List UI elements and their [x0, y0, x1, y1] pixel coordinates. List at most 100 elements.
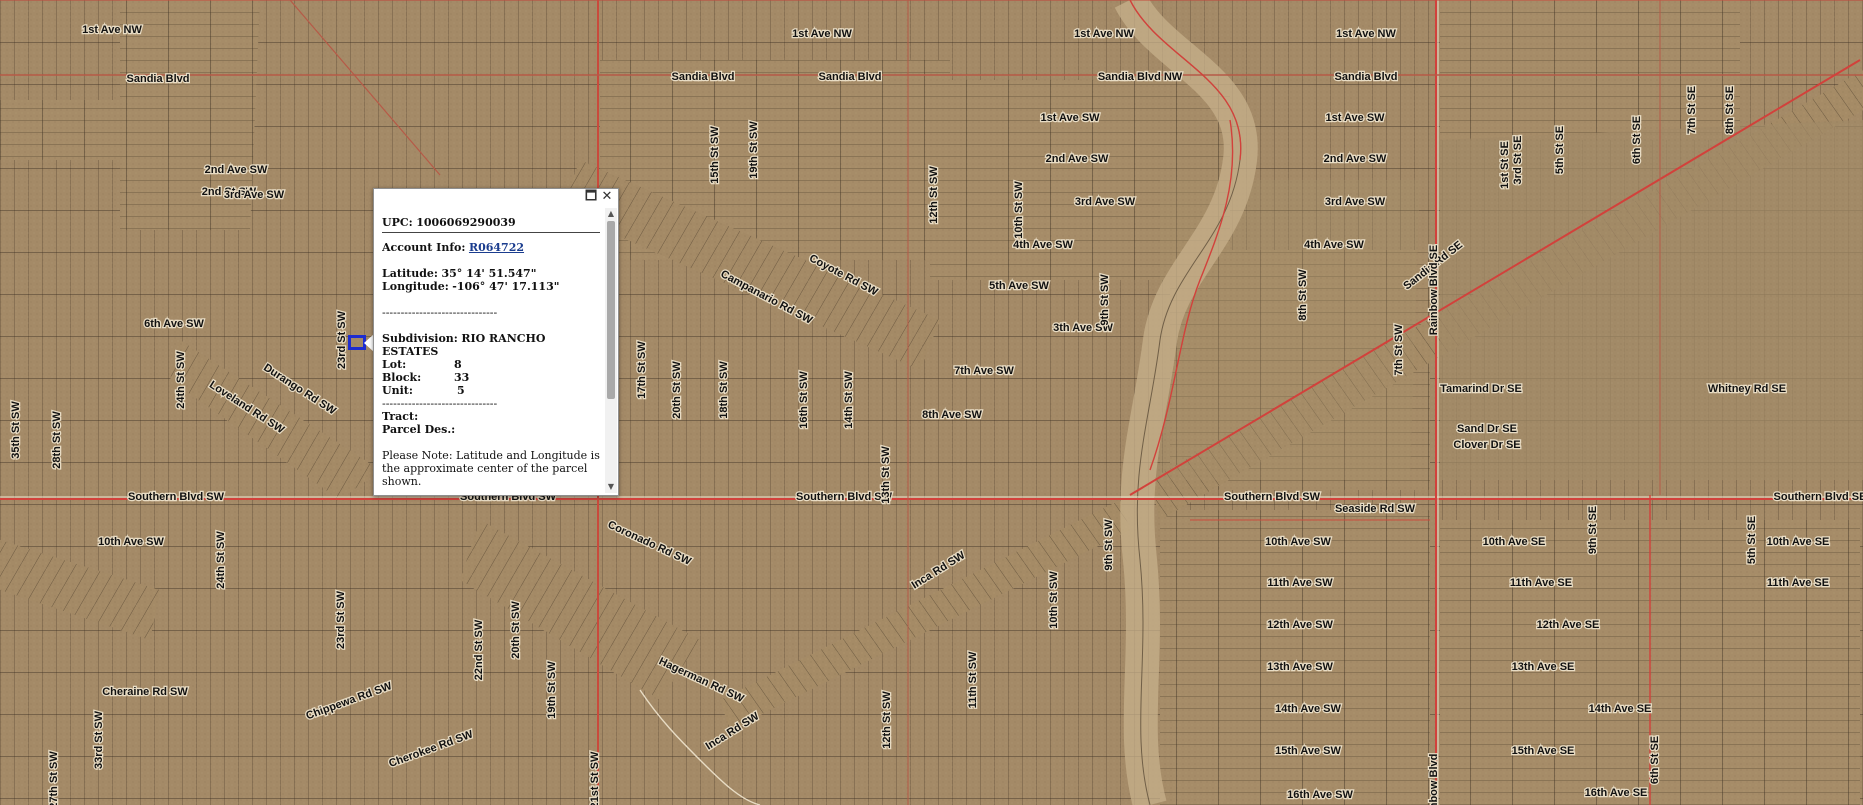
road-label: 14th Ave SE	[1589, 703, 1652, 715]
road-label: 13th St SW	[880, 446, 892, 504]
road-label: 5th St SE	[1746, 516, 1758, 564]
account-label: Account Info:	[382, 241, 466, 254]
road-label: Tamarind Dr SE	[1440, 383, 1522, 395]
road-label: Sandia Blvd	[127, 73, 190, 85]
lot-value: 8	[454, 358, 462, 371]
road-label: Rainbow Blvd	[1428, 754, 1440, 805]
road-label: 11th St SW	[967, 651, 979, 708]
road-label: 3rd St SE	[1512, 136, 1524, 185]
popup-scrollbar[interactable]: ▲ ▼	[605, 208, 617, 493]
road-label: Sandia Blvd	[672, 71, 735, 83]
road-label: 11th Ave SW	[1267, 577, 1333, 589]
road-label: 4th Ave SW	[1304, 239, 1364, 251]
road-label: 11th Ave SE	[1767, 577, 1829, 589]
road-label: 12th Ave SE	[1537, 619, 1600, 631]
road-label: 5th St SE	[1554, 126, 1566, 174]
road-label: Sandia Blvd NW	[1098, 71, 1183, 83]
road-label: 6th St SE	[1649, 736, 1661, 784]
road-label: Sand Dr SE	[1457, 423, 1517, 435]
road-label: 20th St SW	[671, 361, 683, 419]
road-label: 9th St SW	[1099, 274, 1111, 326]
road-label: 23rd St SW	[335, 590, 347, 649]
road-label: Sandia Blvd	[1335, 71, 1398, 83]
road-label: 1st St SE	[1499, 141, 1511, 189]
upc-label: UPC:	[382, 216, 413, 229]
scroll-thumb[interactable]	[607, 221, 615, 399]
road-label: 27th St SW	[48, 751, 60, 805]
road-label: 22nd St SW	[473, 619, 485, 680]
block-row: Block: 33	[382, 371, 600, 384]
subdivision-label: Subdivision:	[382, 332, 458, 345]
latitude-label: Latitude:	[382, 267, 438, 280]
road-label: 14th Ave SW	[1275, 703, 1341, 715]
road-label: 13th Ave SW	[1267, 661, 1333, 673]
close-icon[interactable]: ✕	[600, 190, 614, 204]
road-label: 9th St SE	[1587, 506, 1599, 554]
road-label: 20th St SW	[510, 601, 522, 659]
road-label: 2nd Ave SW	[1324, 153, 1387, 165]
road-label: 1st Ave SW	[1040, 112, 1100, 124]
road-label: 35th St SW	[10, 401, 22, 459]
road-label: 8th Ave SW	[922, 409, 982, 421]
lot-label: Lot:	[382, 358, 407, 371]
road-label: Sandia Blvd	[819, 71, 882, 83]
road-label: 10th St SW	[1013, 181, 1025, 239]
parcel-grid	[0, 0, 1863, 805]
maximize-icon[interactable]: 🗖	[584, 190, 598, 204]
road-label: 10th Ave SE	[1483, 536, 1546, 548]
latitude-row: Latitude: 35° 14' 51.547"	[382, 267, 600, 280]
scroll-up-icon[interactable]: ▲	[605, 208, 617, 220]
road-label: 3rd Ave SW	[1325, 196, 1386, 208]
road-label: 24th St SW	[175, 351, 187, 409]
road-label: Southern Blvd SW	[128, 491, 225, 503]
popup-content: UPC: 1006069290039 Account Info: R064722…	[382, 216, 600, 486]
subdivision-row: Subdivision: RIO RANCHO ESTATES	[382, 332, 600, 358]
road-label: 2nd Ave SW	[1046, 153, 1109, 165]
account-link[interactable]: R064722	[469, 241, 524, 254]
scroll-down-icon[interactable]: ▼	[605, 481, 617, 493]
road-label: 3rd Ave SW	[224, 189, 285, 201]
road-label: Cheraine Rd SW	[102, 686, 188, 698]
road-label: 21st St SW	[589, 751, 601, 805]
road-label: 6th St SE	[1631, 116, 1643, 164]
map-canvas[interactable]: 1st Ave NWSandia Blvd2nd Ave SW2nd St SW…	[0, 0, 1863, 805]
road-label: 1st Ave NW	[792, 28, 852, 40]
parcel-info-popup: 🗖 ✕ UPC: 1006069290039 Account Info: R06…	[373, 188, 619, 496]
latitude-value: 35° 14' 51.547"	[441, 267, 537, 280]
separator: -------------------------------	[382, 306, 498, 319]
road-label: 12th St SW	[928, 166, 940, 224]
road-label: 23rd St SW	[336, 310, 348, 369]
lot-row: Lot: 8	[382, 358, 600, 371]
parcel-des-label: Parcel Des.:	[382, 423, 456, 436]
road-label: Whitney Rd SE	[1708, 383, 1786, 395]
road-label: 10th Ave SE	[1767, 536, 1830, 548]
road-label: Rainbow Blvd SE	[1428, 245, 1440, 335]
coordinate-note: Please Note: Latitude and Longitude is t…	[382, 449, 600, 486]
road-label: 11th Ave SE	[1510, 577, 1572, 589]
road-label: 16th Ave SW	[1287, 789, 1353, 801]
road-label: 6th Ave SW	[144, 318, 204, 330]
road-label: 3rd Ave SW	[1075, 196, 1136, 208]
longitude-value: -106° 47' 17.113"	[452, 280, 560, 293]
road-label: 17th St SW	[636, 341, 648, 399]
road-label: 19th St SW	[546, 661, 558, 719]
road-label: Southern Blvd SW	[796, 491, 893, 503]
tract-label: Tract:	[382, 410, 419, 423]
block-label: Block:	[382, 371, 422, 384]
longitude-label: Longitude:	[382, 280, 449, 293]
block-value: 33	[454, 371, 470, 384]
road-label: 12th St SW	[881, 691, 893, 749]
road-label: 5th Ave SW	[989, 280, 1049, 292]
road-label: 1st Ave NW	[1336, 28, 1396, 40]
unit-label: Unit:	[382, 384, 413, 397]
upc-row: UPC: 1006069290039	[382, 216, 600, 233]
road-label: 24th St SW	[215, 531, 227, 589]
road-label: Southern Blvd SE	[1774, 491, 1863, 503]
road-label: 12th Ave SW	[1267, 619, 1333, 631]
road-label: 2nd Ave SW	[205, 164, 268, 176]
parcel-des-row: Parcel Des.:	[382, 423, 600, 436]
unit-row: Unit: 5	[382, 384, 600, 397]
unit-value: 5	[457, 384, 465, 397]
road-label: 28th St SW	[51, 411, 63, 469]
road-label: Seaside Rd SW	[1335, 503, 1416, 515]
